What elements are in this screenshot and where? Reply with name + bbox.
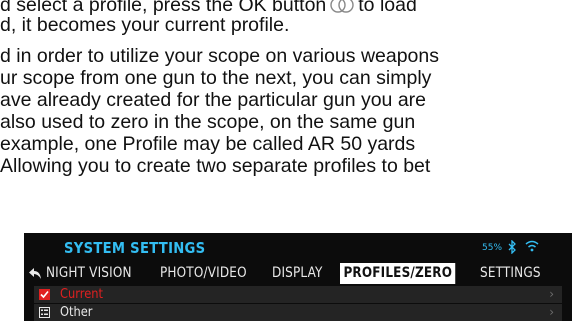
- tab-photo-video[interactable]: PHOTO/VIDEO: [160, 263, 247, 284]
- tab-settings[interactable]: SETTINGS: [480, 263, 541, 284]
- tab-night-vision[interactable]: NIGHT VISION: [46, 263, 132, 284]
- battery-level: 55%: [482, 243, 503, 253]
- manual-line-6: also used to zero in the scope, on the s…: [0, 111, 416, 133]
- wifi-icon: [525, 240, 539, 252]
- manual-line-2: d, it becomes your current profile.: [0, 14, 290, 36]
- screen-title: SYSTEM SETTINGS: [64, 239, 206, 257]
- manual-line-8: Allowing you to create two separate prof…: [0, 155, 431, 177]
- manual-line-4: ur scope from one gun to the next, you c…: [0, 67, 432, 89]
- bluetooth-icon: [508, 240, 516, 254]
- chevron-right-icon: ›: [549, 287, 554, 301]
- manual-line-1-end: to load: [358, 0, 417, 16]
- tab-profiles-zero[interactable]: PROFILES/ZERO: [340, 263, 456, 284]
- tab-display[interactable]: DISPLAY: [272, 263, 323, 284]
- ok-button-icon: [330, 0, 354, 13]
- menu-row-other[interactable]: Other ›: [34, 304, 562, 321]
- menu-row-current[interactable]: Current ›: [34, 286, 562, 303]
- manual-line-3: d in order to utilize your scope on vari…: [0, 45, 439, 67]
- menu-row-label: Current: [60, 287, 103, 302]
- chevron-right-icon: ›: [549, 305, 554, 319]
- device-screen: SYSTEM SETTINGS 55% NIGHT VISION PHOTO/V…: [24, 233, 572, 321]
- menu-row-label: Other: [60, 305, 93, 320]
- list-icon: [39, 307, 50, 318]
- tab-bar: NIGHT VISION PHOTO/VIDEO DISPLAY PROFILE…: [24, 263, 572, 284]
- back-arrow-icon[interactable]: [28, 267, 42, 280]
- manual-line-5: ave already created for the particular g…: [0, 89, 427, 111]
- manual-line-7: example, one Profile may be called AR 50…: [0, 133, 416, 155]
- checkbox-checked-icon: [39, 289, 50, 300]
- status-bar: SYSTEM SETTINGS 55%: [24, 233, 572, 263]
